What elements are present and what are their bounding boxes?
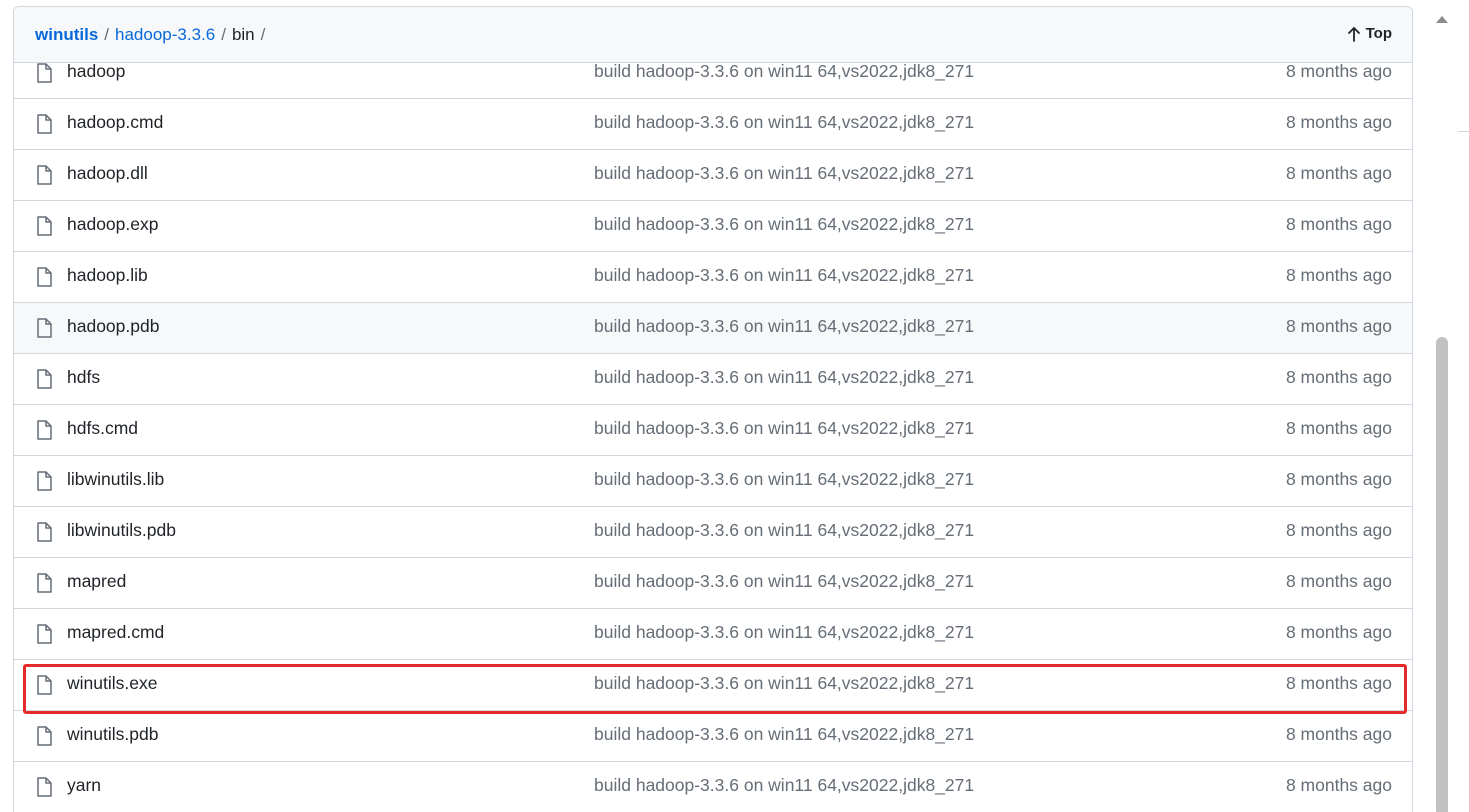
commit-message-link[interactable]: build hadoop-3.3.6 on win11 64,vs2022,jd…	[594, 265, 974, 286]
file-icon	[36, 114, 52, 134]
window-edge-divider	[1458, 131, 1469, 132]
commit-age: 8 months ago	[1285, 520, 1392, 540]
file-icon	[36, 63, 52, 83]
file-row[interactable]: winutils.pdb build hadoop-3.3.6 on win11 …	[14, 711, 1412, 762]
file-row[interactable]: hadoop.lib build hadoop-3.3.6 on win11 64…	[14, 252, 1412, 303]
file-name-link[interactable]: winutils.pdb	[67, 724, 158, 745]
file-name-link[interactable]: hadoop.exp	[67, 214, 158, 235]
commit-message-link[interactable]: build hadoop-3.3.6 on win11 64,vs2022,jd…	[594, 673, 974, 694]
commit-message-link[interactable]: build hadoop-3.3.6 on win11 64,vs2022,jd…	[594, 214, 974, 235]
commit-age: 8 months ago	[1285, 367, 1392, 387]
file-icon	[36, 777, 52, 797]
breadcrumb-repo-link[interactable]: winutils	[35, 25, 98, 44]
file-icon	[36, 216, 52, 236]
commit-age: 8 months ago	[1285, 61, 1392, 81]
top-link-label: Top	[1365, 25, 1392, 42]
commit-age: 8 months ago	[1285, 265, 1392, 285]
file-name-link[interactable]: hadoop.cmd	[67, 112, 163, 133]
file-name-link[interactable]: hadoop.pdb	[67, 316, 159, 337]
commit-message-link[interactable]: build hadoop-3.3.6 on win11 64,vs2022,jd…	[594, 316, 974, 337]
file-row[interactable]: hadoop.exp build hadoop-3.3.6 on win11 64…	[14, 201, 1412, 252]
file-name-link[interactable]: libwinutils.lib	[67, 469, 164, 490]
commit-message-link[interactable]: build hadoop-3.3.6 on win11 64,vs2022,jd…	[594, 112, 974, 133]
file-icon	[36, 165, 52, 185]
breadcrumb: winutils / hadoop-3.3.6 / bin /	[35, 24, 271, 46]
file-name-link[interactable]: libwinutils.pdb	[67, 520, 176, 541]
file-icon	[36, 471, 52, 491]
commit-message-link[interactable]: build hadoop-3.3.6 on win11 64,vs2022,jd…	[594, 571, 974, 592]
file-icon	[36, 573, 52, 593]
file-row[interactable]: mapred.cmd build hadoop-3.3.6 on win11 64…	[14, 609, 1412, 660]
commit-age: 8 months ago	[1285, 571, 1392, 591]
commit-message-link[interactable]: build hadoop-3.3.6 on win11 64,vs2022,jd…	[594, 163, 974, 184]
commit-message-link[interactable]: build hadoop-3.3.6 on win11 64,vs2022,jd…	[594, 367, 974, 388]
scroll-up-arrow-icon[interactable]	[1436, 16, 1448, 23]
file-icon	[36, 420, 52, 440]
file-icon	[36, 267, 52, 287]
file-icon	[36, 726, 52, 746]
commit-age: 8 months ago	[1285, 724, 1392, 744]
commit-age: 8 months ago	[1285, 469, 1392, 489]
sticky-header: winutils / hadoop-3.3.6 / bin / Top	[14, 7, 1412, 63]
file-row[interactable]: hadoop.pdb build hadoop-3.3.6 on win11 64…	[14, 303, 1412, 354]
file-row[interactable]: hdfs.cmd build hadoop-3.3.6 on win11 64,v…	[14, 405, 1412, 456]
file-row[interactable]: libwinutils.pdb build hadoop-3.3.6 on win…	[14, 507, 1412, 558]
file-icon	[36, 675, 52, 695]
file-name-link[interactable]: hdfs.cmd	[67, 418, 138, 439]
commit-age: 8 months ago	[1285, 418, 1392, 438]
commit-age: 8 months ago	[1285, 163, 1392, 183]
file-name-link[interactable]: yarn	[67, 775, 101, 796]
file-list-box: hadoop build hadoop-3.3.6 on win11 64,vs2…	[13, 6, 1413, 812]
commit-age: 8 months ago	[1285, 673, 1392, 693]
file-name-link[interactable]: hdfs	[67, 367, 100, 388]
breadcrumb-current: bin	[231, 25, 255, 44]
breadcrumb-separator: /	[221, 25, 226, 44]
commit-age: 8 months ago	[1285, 316, 1392, 336]
top-link[interactable]: Top	[1347, 25, 1392, 42]
file-name-link[interactable]: mapred.cmd	[67, 622, 164, 643]
file-name-link[interactable]: winutils.exe	[67, 673, 157, 694]
breadcrumb-separator: /	[104, 25, 110, 44]
file-icon	[36, 369, 52, 389]
commit-age: 8 months ago	[1285, 622, 1392, 642]
commit-message-link[interactable]: build hadoop-3.3.6 on win11 64,vs2022,jd…	[594, 622, 974, 643]
file-row[interactable]: hdfs build hadoop-3.3.6 on win11 64,vs202…	[14, 354, 1412, 405]
commit-age: 8 months ago	[1285, 112, 1392, 132]
file-name-link[interactable]: hadoop	[67, 61, 125, 82]
commit-message-link[interactable]: build hadoop-3.3.6 on win11 64,vs2022,jd…	[594, 724, 974, 745]
commit-age: 8 months ago	[1285, 214, 1392, 234]
page: hadoop build hadoop-3.3.6 on win11 64,vs2…	[0, 0, 1469, 812]
arrow-up-icon	[1347, 26, 1360, 42]
file-row[interactable]: mapred build hadoop-3.3.6 on win11 64,vs2…	[14, 558, 1412, 609]
file-icon	[36, 318, 52, 338]
commit-message-link[interactable]: build hadoop-3.3.6 on win11 64,vs2022,jd…	[594, 418, 974, 439]
scrollbar-thumb[interactable]	[1436, 337, 1448, 812]
file-row[interactable]: winutils.exe build hadoop-3.3.6 on win11 …	[14, 660, 1412, 711]
file-row[interactable]: hadoop.dll build hadoop-3.3.6 on win11 64…	[14, 150, 1412, 201]
breadcrumb-separator: /	[260, 25, 266, 44]
window-edge	[1457, 0, 1469, 812]
file-icon	[36, 522, 52, 542]
breadcrumb-folder-link[interactable]: hadoop-3.3.6	[115, 25, 215, 44]
file-row[interactable]: yarn build hadoop-3.3.6 on win11 64,vs202…	[14, 762, 1412, 812]
commit-message-link[interactable]: build hadoop-3.3.6 on win11 64,vs2022,jd…	[594, 775, 974, 796]
commit-age: 8 months ago	[1285, 775, 1392, 795]
file-icon	[36, 624, 52, 644]
commit-message-link[interactable]: build hadoop-3.3.6 on win11 64,vs2022,jd…	[594, 61, 974, 82]
commit-message-link[interactable]: build hadoop-3.3.6 on win11 64,vs2022,jd…	[594, 520, 974, 541]
commit-message-link[interactable]: build hadoop-3.3.6 on win11 64,vs2022,jd…	[594, 469, 974, 490]
file-row[interactable]: hadoop.cmd build hadoop-3.3.6 on win11 64…	[14, 99, 1412, 150]
file-row[interactable]: libwinutils.lib build hadoop-3.3.6 on win…	[14, 456, 1412, 507]
file-list: hadoop build hadoop-3.3.6 on win11 64,vs2…	[14, 48, 1412, 812]
file-name-link[interactable]: hadoop.lib	[67, 265, 148, 286]
file-name-link[interactable]: hadoop.dll	[67, 163, 148, 184]
file-name-link[interactable]: mapred	[67, 571, 126, 592]
